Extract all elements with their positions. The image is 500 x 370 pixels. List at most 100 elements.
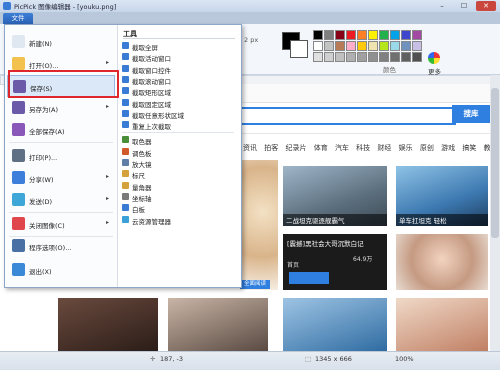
nav-item[interactable]: 科技 (356, 144, 370, 152)
palette-swatch[interactable] (379, 30, 389, 40)
submenu-arrow-icon: ▸ (105, 219, 109, 226)
nav-item[interactable]: 纪录片 (285, 144, 306, 152)
nav-item[interactable]: 财经 (377, 144, 391, 152)
save-highlight-box (8, 70, 119, 98)
tool-item-label: 截取任意形状区域 (132, 111, 184, 120)
palette-swatch[interactable] (412, 52, 422, 62)
category-nav: 资讯 拍客 纪录片 体育 汽车 科技 财经 娱乐 原创 游戏 搞笑 教育 (243, 143, 500, 153)
palette-swatch[interactable] (412, 41, 422, 51)
file-menu-item[interactable]: 发送(D) ▸ (7, 189, 115, 211)
cursor-position: 187, -3 (160, 355, 184, 363)
menu-separator (9, 142, 113, 143)
nav-item[interactable]: 资讯 (243, 144, 257, 152)
file-tab[interactable]: 文件 (3, 13, 33, 24)
tool-item-label: 截取矩形区域 (132, 89, 171, 98)
palette-icon (122, 147, 129, 155)
nav-item[interactable]: 原创 (420, 144, 434, 152)
file-menu-item[interactable]: 打印(P)... (7, 145, 115, 167)
search-button[interactable]: 搜库 (452, 105, 490, 123)
video-thumbnail[interactable] (168, 298, 268, 351)
file-menu-item[interactable]: 全部保存(A) (7, 119, 115, 141)
nav-item[interactable]: 搞笑 (462, 144, 476, 152)
file-menu-item-label: 另存为(A) (29, 106, 59, 114)
palette-swatch[interactable] (379, 52, 389, 62)
palette-swatch[interactable] (368, 41, 378, 51)
tool-item-label: 放大镜 (132, 161, 152, 169)
video-thumbnail[interactable]: [震撼]黑社会大哥沉默白记 首页 64.9万 (283, 234, 387, 290)
palette-swatch[interactable] (346, 30, 356, 40)
video-thumbnail[interactable] (396, 298, 488, 351)
palette-swatch[interactable] (401, 52, 411, 62)
file-menu-item[interactable]: 另存为(A) ▸ (7, 97, 115, 119)
palette-swatch[interactable] (390, 41, 400, 51)
hero-image[interactable] (240, 160, 278, 290)
nav-item[interactable]: 游戏 (441, 144, 455, 152)
file-menu-item-label: 全部保存(A) (29, 128, 65, 136)
freehand-capture-icon (122, 109, 129, 117)
window-title: PicPick 图像编辑器 - [youku.png] (14, 3, 117, 11)
video-thumbnail[interactable] (283, 298, 387, 351)
tool-item-label: 坐标轴 (132, 194, 152, 203)
tool-item-label: 调色板 (132, 149, 152, 158)
zoom-level[interactable]: 100% (395, 355, 414, 363)
file-menu-item[interactable]: 新建(N) (7, 31, 115, 53)
close-button[interactable]: ✕ (476, 1, 496, 11)
tools-divider (123, 38, 235, 39)
minimize-button[interactable]: – (432, 1, 452, 11)
nav-item[interactable]: 娱乐 (399, 144, 413, 152)
video-thumbnail[interactable] (58, 298, 158, 351)
nav-item[interactable]: 拍客 (264, 144, 278, 152)
maximize-button[interactable]: ☐ (454, 1, 474, 11)
palette-swatch[interactable] (401, 30, 411, 40)
palette-swatch[interactable] (335, 30, 345, 40)
tool-item-label: 重复上次截取 (132, 123, 171, 132)
palette-swatch[interactable] (390, 30, 400, 40)
palette-swatch[interactable] (368, 30, 378, 40)
printer-icon (12, 149, 25, 162)
color-palette (313, 30, 423, 62)
palette-swatch[interactable] (357, 30, 367, 40)
palette-swatch[interactable] (379, 41, 389, 51)
file-menu-item-label: 关闭图像(C) (29, 222, 65, 230)
whiteboard-icon (122, 204, 129, 212)
palette-swatch[interactable] (313, 30, 323, 40)
file-menu-item[interactable]: 退出(X) (7, 259, 115, 281)
palette-swatch[interactable] (390, 52, 400, 62)
secondary-color-swatch[interactable] (290, 40, 308, 58)
palette-swatch[interactable] (357, 41, 367, 51)
search-input[interactable] (240, 107, 456, 125)
nav-item[interactable]: 体育 (314, 144, 328, 152)
palette-swatch[interactable] (324, 41, 334, 51)
play-button[interactable] (289, 272, 329, 284)
palette-swatch[interactable] (324, 30, 334, 40)
scrollbar-thumb[interactable] (491, 88, 499, 238)
palette-swatch[interactable] (368, 52, 378, 62)
palette-swatch[interactable] (335, 41, 345, 51)
palette-swatch[interactable] (324, 52, 334, 62)
options-gear-icon (12, 239, 25, 252)
palette-swatch[interactable] (313, 41, 323, 51)
thumbnail-channel: 首页 (287, 262, 300, 269)
more-colors-icon[interactable] (428, 52, 440, 64)
palette-swatch[interactable] (401, 41, 411, 51)
file-menu-item[interactable]: 分享(W) ▸ (7, 167, 115, 189)
stroke-width-value[interactable]: 2 px (244, 36, 258, 44)
palette-swatch[interactable] (313, 52, 323, 62)
palette-swatch[interactable] (335, 52, 345, 62)
palette-swatch[interactable] (412, 30, 422, 40)
open-folder-icon (12, 57, 25, 70)
palette-swatch[interactable] (346, 41, 356, 51)
nav-item[interactable]: 汽车 (335, 144, 349, 152)
palette-swatch[interactable] (346, 52, 356, 62)
file-menu-item[interactable]: 关闭图像(C) ▸ (7, 213, 115, 235)
video-thumbnail[interactable] (396, 234, 488, 290)
file-menu-item[interactable]: 程序选项(O)... (7, 235, 115, 257)
browser-header (240, 84, 490, 103)
video-thumbnail[interactable]: 单车扛坦克 轻松 (396, 166, 488, 226)
tool-item-label: 标尺 (132, 172, 145, 181)
video-thumbnail[interactable]: 二战坦克驱逐舰霸气 (283, 166, 387, 226)
tool-item-label: 截取固定区域 (132, 100, 171, 109)
read-more-stripe[interactable]: 全面阅读 (240, 280, 270, 289)
palette-swatch[interactable] (357, 52, 367, 62)
new-file-icon (12, 35, 25, 48)
